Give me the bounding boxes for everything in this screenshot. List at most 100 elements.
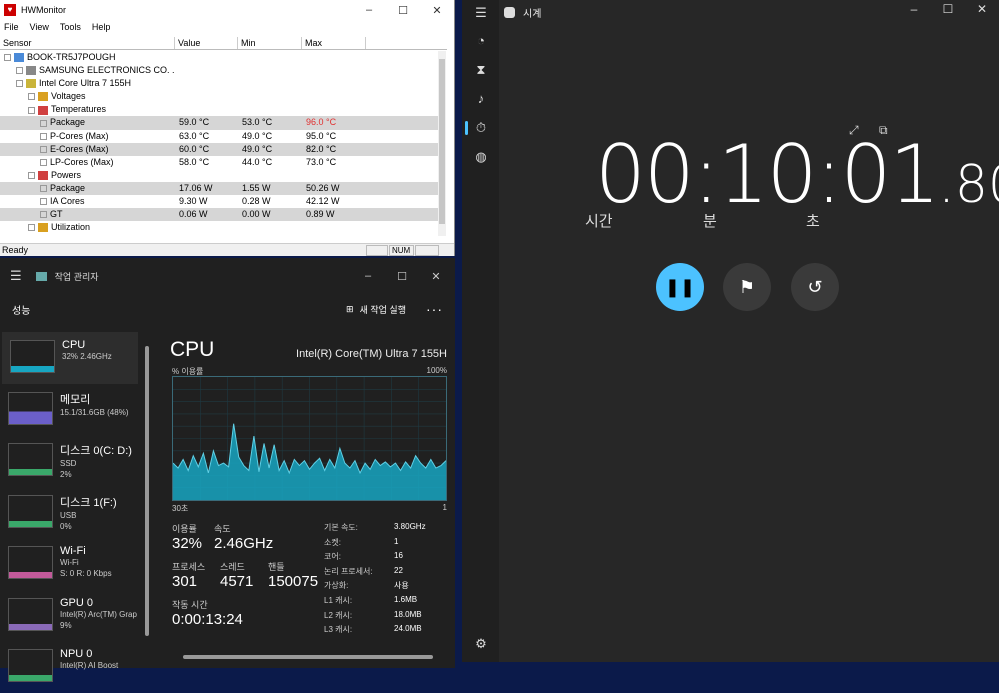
- nav-selection-indicator: [465, 121, 468, 135]
- column-value[interactable]: Value: [175, 37, 238, 49]
- sensor-value: [175, 51, 238, 64]
- stopwatch-icon[interactable]: ⏱: [473, 120, 489, 136]
- focus-sessions-icon[interactable]: ◔: [473, 33, 489, 48]
- sensor-row[interactable]: GT 0.06 W 0.00 W 0.89 W: [0, 208, 440, 222]
- sidebar-item[interactable]: Wi-Fi Wi-Fi S: 0 R: 0 Kbps: [0, 538, 140, 590]
- hamburger-menu-icon[interactable]: ☰: [473, 5, 489, 21]
- cpu-detail-panel: CPU Intel(R) Core(TM) Ultra 7 155H % 이용률…: [170, 338, 450, 634]
- maximize-button[interactable]: ☐: [931, 2, 965, 16]
- column-min[interactable]: Min: [238, 37, 302, 49]
- scrollbar-thumb[interactable]: [439, 59, 445, 224]
- sensor-max: 82.0 °C: [306, 143, 337, 154]
- taskmgr-titlebar[interactable]: ☰ 작업 관리자 – ☐ ✕: [0, 258, 455, 294]
- minimize-button[interactable]: –: [351, 270, 385, 283]
- sidebar-item-s1: SSD: [60, 459, 77, 468]
- clock-titlebar[interactable]: 시계: [504, 5, 541, 20]
- tree-expander[interactable]: [28, 224, 35, 232]
- menu-file[interactable]: File: [4, 22, 19, 32]
- sidebar-scrollbar[interactable]: [145, 346, 149, 636]
- tree-expander[interactable]: [40, 158, 47, 166]
- minimize-button[interactable]: –: [352, 4, 386, 17]
- sidebar-item-s2: 2%: [60, 470, 72, 479]
- run-new-task-button[interactable]: ⊞ 새 작업 실행: [346, 303, 406, 316]
- sensor-row[interactable]: Package 59.0 °C 53.0 °C 96.0 °C: [0, 116, 440, 130]
- maximize-button[interactable]: ☐: [386, 4, 420, 17]
- sensor-row[interactable]: BOOK-TR5J7POUGH: [0, 51, 440, 64]
- sensor-row[interactable]: Package 17.06 W 1.55 W 50.26 W: [0, 181, 440, 196]
- sensor-row[interactable]: LP-Cores (Max) 58.0 °C 44.0 °C 73.0 °C: [0, 156, 440, 169]
- column-sensor[interactable]: Sensor: [0, 37, 175, 49]
- timer-icon[interactable]: ⧗: [473, 62, 489, 78]
- reset-button[interactable]: ↺: [791, 263, 839, 311]
- world-clock-icon[interactable]: ◍: [473, 149, 489, 165]
- tree-expander[interactable]: [28, 106, 35, 114]
- hwmonitor-titlebar[interactable]: ♥ HWMonitor – ☐ ✕: [0, 0, 454, 20]
- tree-expander[interactable]: [40, 145, 47, 153]
- lap-button[interactable]: ⚑: [723, 263, 771, 311]
- sensor-value: [175, 221, 238, 234]
- menu-tools[interactable]: Tools: [60, 22, 81, 32]
- sensor-row[interactable]: Powers: [0, 169, 440, 182]
- sensor-max: 95.0 °C: [306, 130, 337, 141]
- settings-icon[interactable]: ⚙: [473, 636, 489, 652]
- tree-expander[interactable]: [40, 211, 47, 219]
- threads-value: 4571: [220, 573, 254, 590]
- tree-expander[interactable]: [28, 171, 35, 179]
- sensor-row[interactable]: P-Cores (Max) 63.0 °C 49.0 °C 95.0 °C: [0, 130, 440, 143]
- close-button[interactable]: ✕: [420, 4, 454, 17]
- sidebar-item-s1: Wi-Fi: [60, 558, 79, 567]
- spec-row: L2 캐시: 18.0MB: [324, 610, 450, 625]
- sensor-row[interactable]: Utilization: [0, 221, 440, 234]
- tree-expander[interactable]: [40, 132, 47, 140]
- sensor-row[interactable]: Voltages: [0, 90, 440, 103]
- sensor-max: 0.89 W: [306, 209, 335, 220]
- sidebar-item[interactable]: 디스크 0(C: D:) SSD 2%: [0, 435, 140, 487]
- close-button[interactable]: ✕: [419, 270, 453, 283]
- utilization-value: 32%: [172, 535, 203, 552]
- sidebar-item[interactable]: 메모리 15.1/31.6GB (48%): [0, 384, 140, 436]
- minimize-button[interactable]: –: [897, 2, 931, 16]
- hamburger-menu-icon[interactable]: ☰: [10, 268, 22, 284]
- tree-expander[interactable]: [28, 93, 35, 101]
- sensor-icon: [26, 79, 36, 89]
- tree-expander[interactable]: [16, 80, 23, 88]
- close-button[interactable]: ✕: [965, 2, 999, 16]
- tree-expander[interactable]: [4, 54, 11, 62]
- alarm-icon[interactable]: ♪: [473, 91, 489, 106]
- sidebar-item[interactable]: NPU 0 Intel(R) AI Boost: [0, 641, 140, 693]
- spec-value: 18.0MB: [394, 609, 422, 619]
- cpu-usage-graph: [172, 376, 447, 501]
- sensor-max: [302, 221, 366, 234]
- menu-bar: File View Tools Help: [0, 20, 454, 34]
- sidebar-item-s2: S: 0 R: 0 Kbps: [60, 569, 112, 578]
- column-max[interactable]: Max: [302, 37, 366, 49]
- sidebar-item[interactable]: 디스크 1(F:) USB 0%: [0, 487, 140, 539]
- vertical-scrollbar[interactable]: [438, 51, 446, 236]
- sensor-max: [302, 64, 366, 77]
- pause-button[interactable]: ❚❚: [656, 263, 704, 311]
- sidebar-item[interactable]: CPU 32% 2.46GHz: [2, 332, 138, 384]
- menu-help[interactable]: Help: [92, 22, 111, 32]
- spec-label: L2 캐시:: [324, 610, 353, 620]
- sensor-row[interactable]: IA Cores 9.30 W 0.28 W 42.12 W: [0, 195, 440, 208]
- horizontal-scrollbar[interactable]: [183, 655, 433, 659]
- hwmonitor-app-icon: ♥: [4, 4, 16, 16]
- sensor-name: GT: [50, 209, 63, 220]
- sidebar-item[interactable]: GPU 0 Intel(R) Arc(TM) Grap 9%: [0, 590, 140, 642]
- tree-expander[interactable]: [40, 185, 47, 193]
- menu-view[interactable]: View: [30, 22, 49, 32]
- sensor-row[interactable]: SAMSUNG ELECTRONICS CO. ...: [0, 64, 440, 77]
- spec-value: 22: [394, 565, 403, 575]
- sensor-row[interactable]: E-Cores (Max) 60.0 °C 49.0 °C 82.0 °C: [0, 142, 440, 156]
- sensor-max: 50.26 W: [306, 182, 340, 193]
- num-lock-indicator: NUM: [389, 245, 414, 256]
- sidebar-thumbnail-graph: [8, 597, 53, 631]
- maximize-button[interactable]: ☐: [385, 270, 419, 283]
- sensor-row[interactable]: Intel Core Ultra 7 155H: [0, 77, 440, 90]
- tree-expander[interactable]: [16, 67, 23, 75]
- tree-expander[interactable]: [40, 198, 47, 206]
- sensor-row[interactable]: Temperatures: [0, 103, 440, 116]
- window-title: 작업 관리자: [54, 271, 99, 282]
- more-options-icon[interactable]: ···: [426, 301, 443, 317]
- tree-expander[interactable]: [40, 119, 47, 127]
